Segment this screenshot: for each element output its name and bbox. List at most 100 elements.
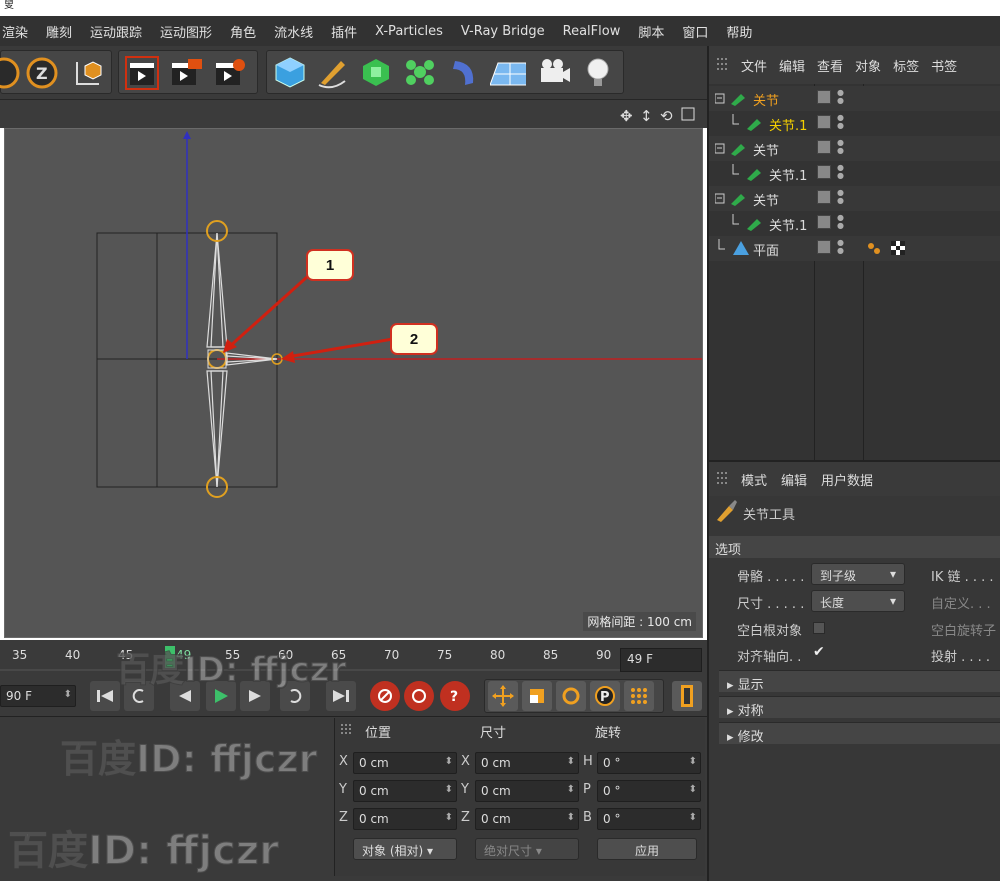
null-root-checkbox[interactable] — [813, 622, 825, 634]
am-menu-mode[interactable]: 模式 — [741, 470, 767, 489]
pla-key-icon[interactable] — [624, 681, 654, 711]
window-title-fragment: 叟 — [0, 0, 1000, 16]
pen-spline-icon[interactable] — [314, 52, 350, 92]
light-icon[interactable] — [580, 52, 616, 92]
render-dots-icon[interactable]: ● ● — [837, 164, 844, 182]
coordinate-system-icon[interactable] — [68, 53, 104, 93]
size-dropdown[interactable]: 长度 ▾ — [811, 590, 905, 612]
size-z-field[interactable]: 0 cm — [475, 808, 579, 830]
keyframe-selection-icon[interactable]: ? — [440, 681, 470, 711]
deformer-bend-icon[interactable] — [446, 52, 482, 92]
rotation-p-field[interactable]: 0 ° — [597, 780, 701, 802]
position-key-icon[interactable] — [488, 681, 518, 711]
menu-help[interactable]: 帮助 — [717, 22, 761, 41]
layer-visibility-icon[interactable] — [817, 165, 831, 179]
subdivision-surface-icon[interactable] — [358, 52, 394, 92]
cube-icon[interactable] — [272, 52, 308, 92]
render-settings-icon[interactable] — [212, 53, 248, 93]
render-view-icon[interactable] — [124, 53, 160, 93]
render-picture-viewer-icon[interactable] — [168, 53, 204, 93]
om-menu-view[interactable]: 查看 — [817, 56, 843, 75]
object-row-plane[interactable]: 平面 ● ● — [709, 236, 1000, 261]
menu-pipeline[interactable]: 流水线 — [265, 22, 322, 41]
menu-x-particles[interactable]: X-Particles — [366, 24, 452, 39]
menu-window[interactable]: 窗口 — [673, 22, 717, 41]
render-dots-icon[interactable]: ● ● — [837, 139, 844, 157]
watermark: 百度ID: ffjczr — [115, 649, 347, 691]
position-y-field[interactable]: 0 cm — [353, 780, 457, 802]
display-section[interactable]: ▸ 显示 — [719, 670, 1000, 693]
menu-sculpt[interactable]: 雕刻 — [37, 22, 81, 41]
section-label: 对称 — [737, 704, 764, 719]
material-tags-icon[interactable] — [867, 240, 909, 256]
render-dots-icon[interactable]: ● ● — [837, 189, 844, 207]
menu-realflow[interactable]: RealFlow — [554, 24, 630, 39]
object-row-joint[interactable]: 关节 ● ● — [709, 136, 1000, 161]
layer-visibility-icon[interactable] — [817, 240, 831, 254]
size-x-field[interactable]: 0 cm — [475, 752, 579, 774]
menu-character[interactable]: 角色 — [221, 22, 265, 41]
align-axis-checkbox[interactable]: ✔ — [813, 644, 825, 660]
rotation-b-field[interactable]: 0 ° — [597, 808, 701, 830]
viewport-canvas[interactable]: 1 2 网格间距 : 100 cm — [4, 128, 703, 638]
object-name: 关节.1 — [769, 169, 808, 184]
z-axis-lock-icon[interactable]: Z — [24, 53, 60, 93]
autokey-icon[interactable] — [404, 681, 434, 711]
y-axis-lock-icon[interactable] — [0, 53, 22, 93]
menu-motion-tracking[interactable]: 运动跟踪 — [81, 22, 151, 41]
timeline-ruler[interactable]: 35 40 45 49 55 60 65 70 75 80 85 90 — [0, 640, 707, 676]
object-row-joint-1[interactable]: 关节.1 ● ● — [709, 161, 1000, 186]
size-y-field[interactable]: 0 cm — [475, 780, 579, 802]
modify-section[interactable]: ▸ 修改 — [719, 722, 1000, 745]
am-menu-edit[interactable]: 编辑 — [781, 470, 807, 489]
position-x-field[interactable]: 0 cm — [353, 752, 457, 774]
cloner-icon[interactable] — [402, 52, 438, 92]
position-z-field[interactable]: 0 cm — [353, 808, 457, 830]
symmetry-section[interactable]: ▸ 对称 — [719, 696, 1000, 719]
scale-key-icon[interactable] — [522, 681, 552, 711]
render-dots-icon[interactable]: ● ● — [837, 114, 844, 132]
viewport-navigation-icons[interactable]: ✥ ↕ ⟲ — [620, 105, 704, 125]
panel-grip-icon — [717, 58, 727, 70]
axis-label: X — [461, 754, 470, 769]
rotation-h-field[interactable]: 0 ° — [597, 752, 701, 774]
floor-icon[interactable] — [490, 52, 526, 92]
render-dots-icon[interactable]: ● ● — [837, 214, 844, 232]
object-row-joint[interactable]: 关节 ● ● — [709, 86, 1000, 111]
layer-visibility-icon[interactable] — [817, 215, 831, 229]
layer-visibility-icon[interactable] — [817, 140, 831, 154]
rotation-key-icon[interactable] — [556, 681, 586, 711]
coordinate-mode-dropdown[interactable]: 对象 (相对) ▾ — [353, 838, 457, 860]
svg-text:⟲: ⟲ — [660, 107, 673, 125]
om-menu-tags[interactable]: 标签 — [893, 56, 919, 75]
end-frame-field[interactable]: 90 F — [0, 685, 76, 707]
render-dots-icon[interactable]: ● ● — [837, 89, 844, 107]
record-keyframe-icon[interactable] — [370, 681, 400, 711]
om-menu-bookmarks[interactable]: 书签 — [931, 56, 957, 75]
menu-mograph[interactable]: 运动图形 — [151, 22, 221, 41]
menu-script[interactable]: 脚本 — [629, 22, 673, 41]
layer-visibility-icon[interactable] — [817, 115, 831, 129]
current-frame-field[interactable]: 49 F — [620, 648, 702, 672]
am-menu-userdata[interactable]: 用户数据 — [821, 470, 873, 489]
layer-visibility-icon[interactable] — [817, 190, 831, 204]
menu-render[interactable]: 渲染 — [0, 22, 37, 41]
size-mode-dropdown[interactable]: 绝对尺寸 ▾ — [475, 838, 579, 860]
bone-dropdown[interactable]: 到子级 ▾ — [811, 563, 905, 585]
apply-button[interactable]: 应用 — [597, 838, 697, 860]
timeline-window-icon[interactable] — [672, 681, 702, 711]
om-menu-file[interactable]: 文件 — [741, 56, 767, 75]
camera-icon[interactable] — [536, 52, 572, 92]
layer-visibility-icon[interactable] — [817, 90, 831, 104]
parameter-key-icon[interactable]: P — [590, 681, 620, 711]
menu-vray-bridge[interactable]: V-Ray Bridge — [452, 24, 554, 39]
render-dots-icon[interactable]: ● ● — [837, 239, 844, 257]
om-menu-edit[interactable]: 编辑 — [779, 56, 805, 75]
menu-plugins[interactable]: 插件 — [322, 22, 366, 41]
om-menu-objects[interactable]: 对象 — [855, 56, 881, 75]
axis-label: H — [583, 754, 593, 769]
main-toolbar: Z — [0, 46, 707, 100]
object-row-joint-1[interactable]: 关节.1 ● ● — [709, 211, 1000, 236]
object-row-joint[interactable]: 关节 ● ● — [709, 186, 1000, 211]
object-row-joint-1[interactable]: 关节.1 ● ● — [709, 111, 1000, 136]
